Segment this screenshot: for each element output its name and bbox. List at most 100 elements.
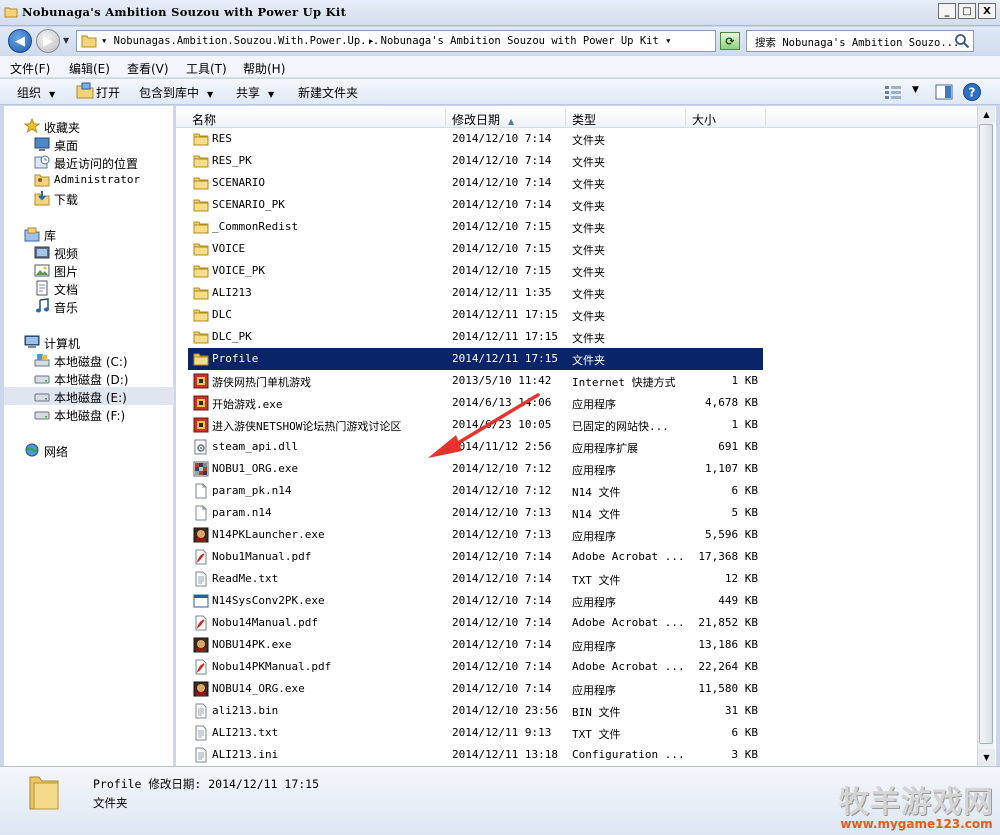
- file-row[interactable]: NOBU1_ORG.exe 2014/12/10 7:12 应用程序 1,107 KB: [188, 458, 763, 480]
- back-button[interactable]: ◀: [8, 29, 32, 53]
- file-row[interactable]: VOICE 2014/12/10 7:15 文件夹: [188, 238, 763, 260]
- file-row[interactable]: NOBU14_ORG.exe 2014/12/10 7:14 应用程序 11,580 …: [188, 678, 763, 700]
- include-library-button[interactable]: 包含到库中 ▼: [139, 84, 213, 101]
- column-header-row: 名称 修改日期 ▲ 类型 大小: [176, 108, 981, 128]
- file-row[interactable]: _CommonRedist 2014/12/10 7:15 文件夹: [188, 216, 763, 238]
- scrollbar-thumb[interactable]: [979, 124, 993, 744]
- documents-icon: [36, 280, 48, 296]
- computer-icon: [24, 335, 40, 348]
- open-button[interactable]: 打开: [96, 84, 120, 101]
- menu-help[interactable]: 帮助(H): [243, 60, 285, 77]
- file-modified: 2014/12/10 7:13: [452, 506, 552, 519]
- nav-computer[interactable]: 计算机: [4, 333, 174, 351]
- breadcrumb-parent[interactable]: ▾ Nobunagas.Ambition.Souzou.With.Power.U…: [101, 35, 379, 47]
- nav-pictures[interactable]: 图片: [4, 261, 174, 279]
- nav-library[interactable]: 库: [4, 225, 174, 243]
- search-input[interactable]: 搜索 Nobunaga's Ambition Souzo...: [746, 30, 974, 52]
- file-row[interactable]: DLC 2014/12/11 17:15 文件夹: [188, 304, 763, 326]
- nav-disk-e[interactable]: 本地磁盘 (E:): [4, 387, 174, 405]
- file-row[interactable]: Nobu14Manual.pdf 2014/12/10 7:14 Adobe Acr…: [188, 612, 763, 634]
- forward-arrow-icon: ▶: [43, 33, 53, 49]
- file-row[interactable]: DLC_PK 2014/12/11 17:15 文件夹: [188, 326, 763, 348]
- preview-pane-icon[interactable]: [935, 83, 953, 101]
- file-size: 22,264 KB: [698, 660, 758, 673]
- search-icon[interactable]: [954, 33, 970, 49]
- file-row[interactable]: VOICE_PK 2014/12/10 7:15 文件夹: [188, 260, 763, 282]
- svg-text:?: ?: [969, 86, 976, 100]
- file-row[interactable]: 开始游戏.exe 2014/6/13 14:06 应用程序 4,678 KB: [188, 392, 763, 414]
- file-row[interactable]: ali213.bin 2014/12/10 23:56 BIN 文件 31 KB: [188, 700, 763, 722]
- menu-view[interactable]: 查看(V): [127, 60, 169, 77]
- file-row[interactable]: Nobu1Manual.pdf 2014/12/10 7:14 Adobe Acro…: [188, 546, 763, 568]
- forward-button[interactable]: ▶: [36, 29, 60, 53]
- file-modified: 2014/12/10 7:12: [452, 484, 552, 497]
- vertical-scrollbar[interactable]: ▲ ▼: [977, 106, 995, 766]
- views-dropdown-icon[interactable]: ▼: [912, 85, 919, 95]
- column-header-name[interactable]: 名称: [186, 108, 446, 128]
- help-icon[interactable]: ?: [962, 82, 982, 102]
- nav-disk-f[interactable]: 本地磁盘 (F:): [4, 405, 174, 423]
- nav-desktop[interactable]: 桌面: [4, 135, 174, 153]
- scroll-up-icon[interactable]: ▲: [978, 106, 995, 123]
- file-row[interactable]: ALI213.txt 2014/12/11 9:13 TXT 文件 6 KB: [188, 722, 763, 744]
- nav-disk-d[interactable]: 本地磁盘 (D:): [4, 369, 174, 387]
- file-row[interactable]: RES_PK 2014/12/10 7:14 文件夹: [188, 150, 763, 172]
- new-folder-button[interactable]: 新建文件夹: [298, 84, 358, 101]
- file-row[interactable]: SCENARIO 2014/12/10 7:14 文件夹: [188, 172, 763, 194]
- menu-edit[interactable]: 编辑(E): [69, 60, 110, 77]
- column-header-modified[interactable]: 修改日期 ▲: [446, 108, 566, 128]
- organize-button[interactable]: 组织 ▼: [17, 84, 55, 101]
- file-row[interactable]: NOBU14PK.exe 2014/12/10 7:14 应用程序 13,186 KB: [188, 634, 763, 656]
- nav-recent-places[interactable]: 最近访问的位置: [4, 153, 174, 171]
- file-row[interactable]: ALI213.ini 2014/12/11 13:18 Configuration …: [188, 744, 763, 766]
- file-modified: 2014/12/11 17:15: [452, 308, 558, 321]
- column-header-size[interactable]: 大小: [686, 108, 766, 128]
- open-icon: [76, 82, 94, 99]
- file-row[interactable]: Profile 2014/12/11 17:15 文件夹: [188, 348, 763, 370]
- file-row[interactable]: ReadMe.txt 2014/12/10 7:14 TXT 文件 12 KB: [188, 568, 763, 590]
- file-modified: 2014/12/10 7:14: [452, 660, 552, 673]
- nav-label: 收藏夹: [44, 121, 81, 135]
- minimize-button[interactable]: _: [938, 3, 956, 19]
- close-button[interactable]: X: [978, 3, 996, 19]
- nav-favorites[interactable]: 收藏夹: [4, 117, 174, 135]
- file-size: 17,368 KB: [698, 550, 758, 563]
- file-modified: 2014/12/10 7:15: [452, 264, 552, 277]
- menu-tools[interactable]: 工具(T): [186, 60, 227, 77]
- nav-disk-c[interactable]: 本地磁盘 (C:): [4, 351, 174, 369]
- file-row[interactable]: 游侠网热门单机游戏 2013/5/10 11:42 Internet 快捷方式 1 K…: [188, 370, 763, 392]
- file-row[interactable]: 进入游侠NETSHOW论坛热门游戏讨论区 2014/6/23 10:05 已固定的网…: [188, 414, 763, 436]
- view-options-icon[interactable]: [884, 84, 904, 100]
- file-row[interactable]: N14PKLauncher.exe 2014/12/10 7:13 应用程序 5,59…: [188, 524, 763, 546]
- nav-administrator[interactable]: Administrator: [4, 171, 174, 189]
- file-row[interactable]: steam_api.dll 2014/11/12 2:56 应用程序扩展 691 KB: [188, 436, 763, 458]
- nav-network[interactable]: 网络: [4, 441, 174, 459]
- nav-music[interactable]: 音乐: [4, 297, 174, 315]
- file-row[interactable]: param.n14 2014/12/10 7:13 N14 文件 5 KB: [188, 502, 763, 524]
- file-row[interactable]: RES 2014/12/10 7:14 文件夹: [188, 128, 763, 150]
- file-row[interactable]: Nobu14PKManual.pdf 2014/12/10 7:14 Adobe A…: [188, 656, 763, 678]
- share-button[interactable]: 共享 ▼: [236, 84, 274, 101]
- file-name: VOICE: [212, 242, 246, 255]
- nav-downloads[interactable]: 下载: [4, 189, 174, 207]
- breadcrumb-current[interactable]: ▸ Nobunaga's Ambition Souzou with Power …: [368, 35, 671, 47]
- scroll-down-icon[interactable]: ▼: [978, 749, 995, 766]
- folder-icon: [193, 219, 209, 235]
- file-row[interactable]: SCENARIO_PK 2014/12/10 7:14 文件夹: [188, 194, 763, 216]
- address-bar[interactable]: ▾ Nobunagas.Ambition.Souzou.With.Power.U…: [76, 30, 716, 52]
- file-row[interactable]: param_pk.n14 2014/12/10 7:12 N14 文件 6 KB: [188, 480, 763, 502]
- column-header-type[interactable]: 类型: [566, 108, 686, 128]
- txt-icon: [193, 571, 209, 587]
- file-row[interactable]: N14SysConv2PK.exe 2014/12/10 7:14 应用程序 449 …: [188, 590, 763, 612]
- history-dropdown-icon[interactable]: ▼: [63, 36, 69, 45]
- refresh-button[interactable]: ⟳: [720, 32, 740, 50]
- file-modified: 2014/12/10 7:13: [452, 528, 552, 541]
- menu-file[interactable]: 文件(F): [10, 60, 50, 77]
- title-bar[interactable]: Nobunaga's Ambition Souzou with Power Up…: [0, 0, 1000, 26]
- nav-documents[interactable]: 文档: [4, 279, 174, 297]
- file-row[interactable]: ALI213 2014/12/11 1:35 文件夹: [188, 282, 763, 304]
- nav-videos[interactable]: 视频: [4, 243, 174, 261]
- maximize-button[interactable]: □: [958, 3, 976, 19]
- file-name: NOBU14PK.exe: [212, 638, 292, 651]
- nobu-exe-icon: [193, 681, 209, 697]
